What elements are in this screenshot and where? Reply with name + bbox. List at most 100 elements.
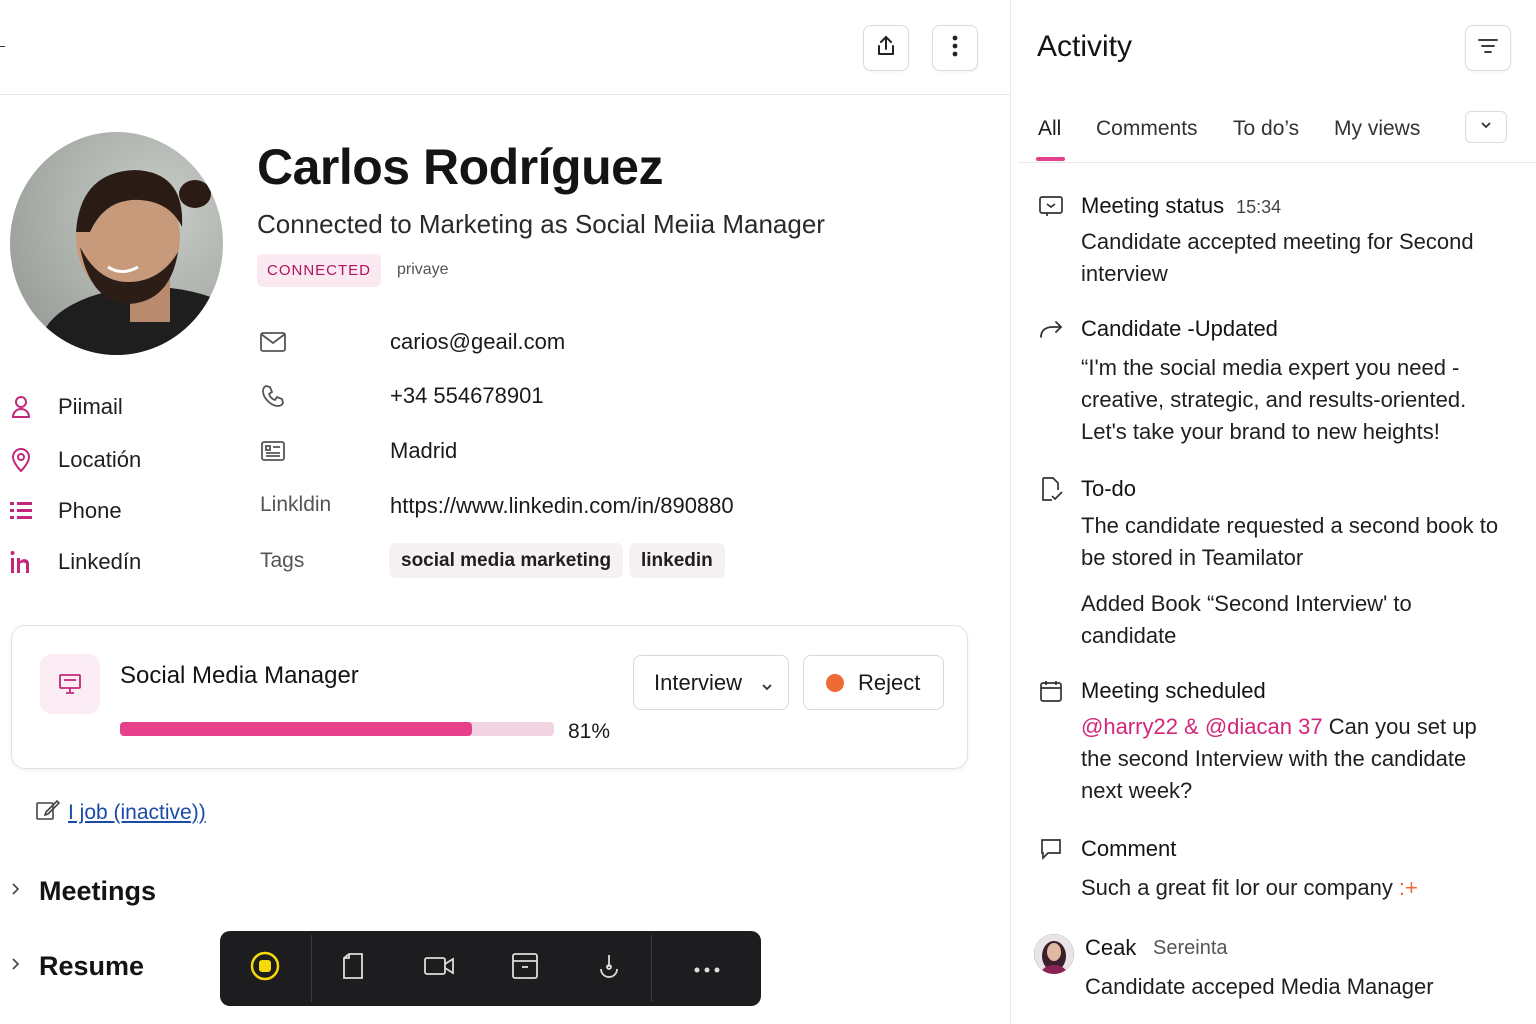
divider-tick [0,46,5,47]
tab-all[interactable]: All [1038,117,1061,141]
todo-check-icon [1038,476,1064,502]
filter-icon [1477,36,1499,61]
stage-dropdown[interactable]: Interview [633,655,789,710]
chevron-down-icon [760,674,774,700]
email-value[interactable]: carios@geail.com [390,329,565,355]
privacy-label: privaye [397,261,449,278]
activity-item-title: Meeting scheduled [1081,678,1266,703]
commenter-message: Candidate acceped Media Manager [1085,974,1434,999]
more-horizontal-icon [694,960,720,978]
comment-icon [1038,836,1064,862]
tab-my-views[interactable]: My views [1334,117,1420,141]
activity-item-body: Candidate accepted meeting for Second in… [1081,229,1474,286]
tag-chip[interactable]: social media marketing [389,543,624,578]
status-badge: CONNECTED [257,254,382,287]
sidebar-item-label: Piimail [58,394,123,419]
commenter-name: Ceak [1085,935,1137,960]
job-title[interactable]: Social Media Manager [120,662,359,690]
sidebar-item-location[interactable]: Locatión [10,447,141,473]
sidebar-item-email[interactable]: Piimail [10,394,123,420]
archive-icon [512,953,538,984]
tabs-divider [1018,162,1536,163]
reject-icon [826,674,844,692]
tab-todos[interactable]: To do’s [1233,117,1299,141]
job-progress-bar [120,722,554,736]
activity-item-title: Candidate -Updated [1081,316,1278,341]
forward-arrow-icon [1038,316,1064,342]
more-vertical-icon [952,35,958,62]
more-toolbar-button[interactable] [652,931,761,1006]
share-button[interactable] [863,25,909,71]
floating-toolbar [220,931,761,1006]
panel-divider [1010,0,1011,1024]
stage-label: Interview [654,669,743,695]
section-meetings[interactable]: Meetings [10,874,156,909]
sidebar-item-linkedin[interactable]: Linkedín [10,549,141,575]
candidate-subtitle: Connected to Marketing as Social Meiia M… [257,209,825,239]
record-icon [250,951,280,986]
sidebar-item-label: Phone [58,498,122,523]
record-button[interactable] [220,931,310,1006]
reject-button[interactable]: Reject [803,655,944,710]
activity-item-body-secondary: Added Book “Second Interview' to candida… [1081,591,1412,648]
calendar-icon [1038,678,1064,704]
list-icon [10,498,32,524]
archive-button[interactable] [484,931,566,1006]
section-label: Meetings [39,876,157,906]
microphone-button[interactable] [566,931,652,1006]
activity-item-head: Meeting status 15:34 [1081,193,1281,219]
address-card-icon [260,438,286,464]
location-pin-icon [10,447,32,473]
document-button[interactable] [312,931,394,1006]
activity-item-body: Such a great fit lor our company:+ [1081,872,1511,904]
commenter-avatar [1034,934,1074,974]
monitor-icon [40,654,100,714]
tabs-more-dropdown[interactable] [1465,111,1507,143]
active-tab-indicator [1036,157,1065,161]
linkedin-icon [10,549,32,575]
chevron-right-icon [10,874,22,909]
mention-link[interactable]: @harry22 & @diacan 37 [1081,714,1323,739]
edit-icon [36,799,61,826]
chevron-down-icon [1479,118,1493,137]
activity-item-title: Comment [1081,836,1177,861]
activity-item-time: 15:34 [1236,197,1282,217]
tags-key: Tags [260,549,305,572]
video-icon [424,955,454,982]
sidebar-item-label: Locatión [58,447,142,472]
activity-item-body: “I'm the social media expert you need - … [1081,355,1467,444]
linkedin-url[interactable]: https://www.linkedin.com/in/890880 [390,493,734,519]
chevron-right-icon [10,949,22,984]
section-label: Resume [39,951,145,981]
phone-value[interactable]: +34 554678901 [390,383,544,409]
phone-icon [260,383,286,409]
activity-item-text: Such a great fit lor our company [1081,875,1393,900]
activity-item-body: @harry22 & @diacan 37 Can you set up the… [1081,711,1511,807]
reject-label: Reject [858,669,921,695]
tag-chip[interactable]: linkedin [629,543,725,578]
activity-item-title: To-do [1081,476,1137,501]
sparkle-icon: :+ [1398,875,1418,900]
more-options-button[interactable] [932,25,978,71]
activity-item-title: Meeting status [1081,193,1225,218]
mail-icon [260,329,286,355]
candidate-name: Carlos Rodríguez [257,139,663,195]
user-icon [10,394,32,420]
section-resume[interactable]: Resume [10,949,144,984]
commenter-role: Sereinta [1153,937,1228,959]
inactive-jobs-label: I job (inactive)) [68,800,206,824]
inactive-jobs-link[interactable]: I job (inactive)) [36,799,206,826]
sidebar-item-label: Linkedín [58,549,142,574]
activity-item-body: The candidate requested a second book to… [1081,513,1499,570]
meeting-status-icon [1038,193,1064,219]
job-card: Social Media Manager 81% Interview Rejec… [11,625,968,769]
job-progress-fill [120,722,472,736]
filter-button[interactable] [1465,25,1511,71]
video-button[interactable] [394,931,484,1006]
share-icon [875,34,897,63]
city-value: Madrid [390,438,458,463]
linkedin-key: Linkldin [260,493,332,516]
sidebar-item-phone[interactable]: Phone [10,498,122,524]
tab-comments[interactable]: Comments [1096,117,1198,141]
candidate-avatar [10,132,223,355]
